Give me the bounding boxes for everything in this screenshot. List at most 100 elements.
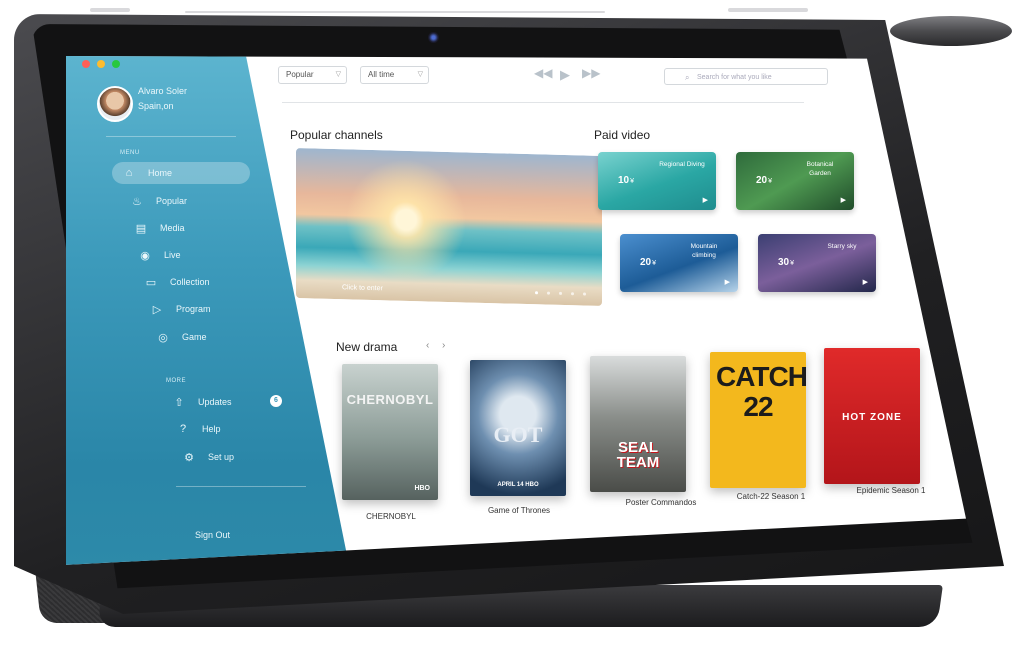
- poster-title: GOT: [493, 422, 543, 447]
- stylus-pen: [890, 16, 1012, 46]
- hero-caption: Click to enter: [342, 284, 383, 293]
- new-drama-title: New drama: [336, 340, 398, 354]
- chevron-left-icon[interactable]: ‹: [426, 340, 429, 351]
- poster-network: APRIL 14 HBO: [497, 482, 539, 488]
- sidebar-item-setup[interactable]: ⚙ Set up: [172, 446, 234, 468]
- search-icon: ⌕: [685, 73, 690, 82]
- power-button: [728, 8, 808, 12]
- poster-title: CATCH 22: [716, 361, 806, 422]
- sidebar-item-label: Updates: [198, 397, 232, 407]
- tile-name: Mountain climbing: [690, 243, 718, 259]
- sidebar-item-label: Popular: [156, 196, 188, 206]
- time-range-dropdown-value: All time: [368, 70, 395, 79]
- volume-button: [90, 8, 130, 12]
- sidebar-item-media[interactable]: ▤ Media: [124, 217, 185, 239]
- sidebar-item-label: Program: [176, 304, 211, 314]
- sidebar-item-help[interactable]: ? Help: [166, 418, 221, 440]
- poster-title: SEAL TEAM: [616, 439, 660, 471]
- window-controls: [82, 60, 120, 68]
- paid-video-title: Paid video: [594, 128, 651, 142]
- sidebar-item-label: Game: [182, 332, 207, 342]
- paid-video-tile[interactable]: 20¥ Botanical Garden ▶: [736, 152, 854, 210]
- play-icon: ▶: [840, 197, 846, 204]
- sign-out-button[interactable]: Sign Out: [195, 530, 230, 540]
- sidebar-item-live[interactable]: ◉ Live: [128, 244, 181, 266]
- sidebar-item-updates[interactable]: ⇧ Updates: [162, 391, 232, 413]
- carousel-dot[interactable]: [571, 292, 574, 296]
- drama-poster[interactable]: SEAL TEAM: [590, 356, 686, 492]
- drama-poster[interactable]: CHERNOBYL HBO: [342, 364, 438, 500]
- device-top-edge: [185, 11, 605, 13]
- tile-name: Botanical Garden: [806, 161, 834, 177]
- sidebar-item-program[interactable]: ▷ Program: [140, 298, 211, 320]
- chevron-right-icon[interactable]: ›: [442, 340, 445, 351]
- poster-network: HBO: [414, 485, 430, 492]
- carousel-indicator[interactable]: [535, 291, 586, 296]
- carousel-dot[interactable]: [535, 291, 538, 295]
- maximize-window-button[interactable]: [112, 60, 120, 68]
- gamepad-icon: ◎: [158, 331, 168, 344]
- paid-video-tile[interactable]: 30¥ Starry sky ▶: [758, 234, 876, 292]
- fast-forward-button[interactable]: ▶▶: [582, 66, 600, 80]
- home-icon: ⌂: [125, 167, 133, 179]
- drama-poster[interactable]: HOT ZONE: [824, 348, 920, 484]
- drama-caption: Epidemic Season 1: [856, 486, 926, 495]
- gear-icon: ⚙: [184, 451, 194, 464]
- sidebar-item-label: Home: [148, 168, 173, 178]
- upload-icon: ⇧: [174, 396, 184, 409]
- time-range-dropdown[interactable]: All time ▽: [360, 66, 429, 84]
- user-name: Alvaro Soler: [138, 86, 188, 96]
- poster-title: CHERNOBYL: [346, 392, 434, 407]
- play-button[interactable]: ▶: [560, 67, 570, 83]
- chevron-down-icon: ▽: [417, 71, 423, 78]
- drama-caption: CHERNOBYL: [366, 512, 416, 521]
- tile-name: Starry sky: [827, 243, 857, 250]
- sidebar-item-popular[interactable]: ♨ Popular: [120, 190, 187, 212]
- sidebar-item-label: Set up: [208, 452, 235, 462]
- sidebar-item-game[interactable]: ◎ Game: [146, 326, 207, 348]
- program-icon: ▷: [152, 303, 162, 316]
- popular-channel-banner[interactable]: Click to enter: [296, 147, 602, 307]
- play-icon: ▶: [702, 197, 708, 204]
- search-placeholder: Search for what you like: [697, 74, 772, 81]
- sidebar-item-label: Live: [164, 250, 181, 260]
- tile-name: Regional Diving: [659, 161, 705, 168]
- sidebar-divider: [106, 136, 236, 137]
- drama-caption: Game of Thrones: [487, 506, 551, 515]
- search-input[interactable]: ⌕ Search for what you like: [664, 68, 828, 85]
- tile-price: 30¥: [778, 257, 795, 268]
- sort-dropdown[interactable]: Popular ▽: [278, 66, 347, 84]
- play-icon: ▶: [862, 279, 868, 286]
- paid-video-tile[interactable]: 10¥ Regional Diving ▶: [598, 152, 716, 210]
- sidebar-item-home[interactable]: ⌂ Home: [112, 162, 250, 184]
- sidebar-item-label: Media: [160, 223, 185, 233]
- carousel-dot[interactable]: [559, 291, 562, 295]
- user-location: Spain,on: [138, 101, 174, 111]
- drama-poster[interactable]: CATCH 22: [710, 352, 806, 488]
- avatar[interactable]: [97, 86, 133, 122]
- help-icon: ?: [179, 423, 187, 435]
- carousel-dot[interactable]: [547, 291, 550, 295]
- sidebar-divider: [176, 486, 306, 487]
- media-icon: ▤: [135, 222, 147, 235]
- minimize-window-button[interactable]: [97, 60, 105, 68]
- front-camera: [428, 32, 439, 43]
- drama-caption: Poster Commandos: [625, 498, 697, 507]
- drama-caption: Catch-22 Season 1: [736, 492, 806, 501]
- popular-channels-title: Popular channels: [290, 128, 383, 142]
- sort-dropdown-value: Popular: [286, 70, 314, 79]
- menu-section-label: MENU: [120, 150, 140, 156]
- toolbar-divider: [282, 102, 804, 103]
- rewind-button[interactable]: ◀◀: [534, 66, 552, 80]
- tile-price: 10¥: [618, 175, 635, 186]
- carousel-dot[interactable]: [583, 292, 586, 296]
- play-icon: ▶: [724, 279, 730, 286]
- drama-poster[interactable]: GOT APRIL 14 HBO: [470, 360, 566, 496]
- sidebar-item-collection[interactable]: ▭ Collection: [134, 271, 210, 293]
- tablet-screen: Alvaro Soler Spain,on MENU ⌂ Home ♨ Popu…: [66, 56, 966, 565]
- paid-video-tile[interactable]: 20¥ Mountain climbing ▶: [620, 234, 738, 292]
- live-icon: ◉: [140, 249, 150, 262]
- close-window-button[interactable]: [82, 60, 90, 68]
- sidebar-item-label: Collection: [170, 277, 210, 287]
- sidebar-item-label: Help: [202, 424, 221, 434]
